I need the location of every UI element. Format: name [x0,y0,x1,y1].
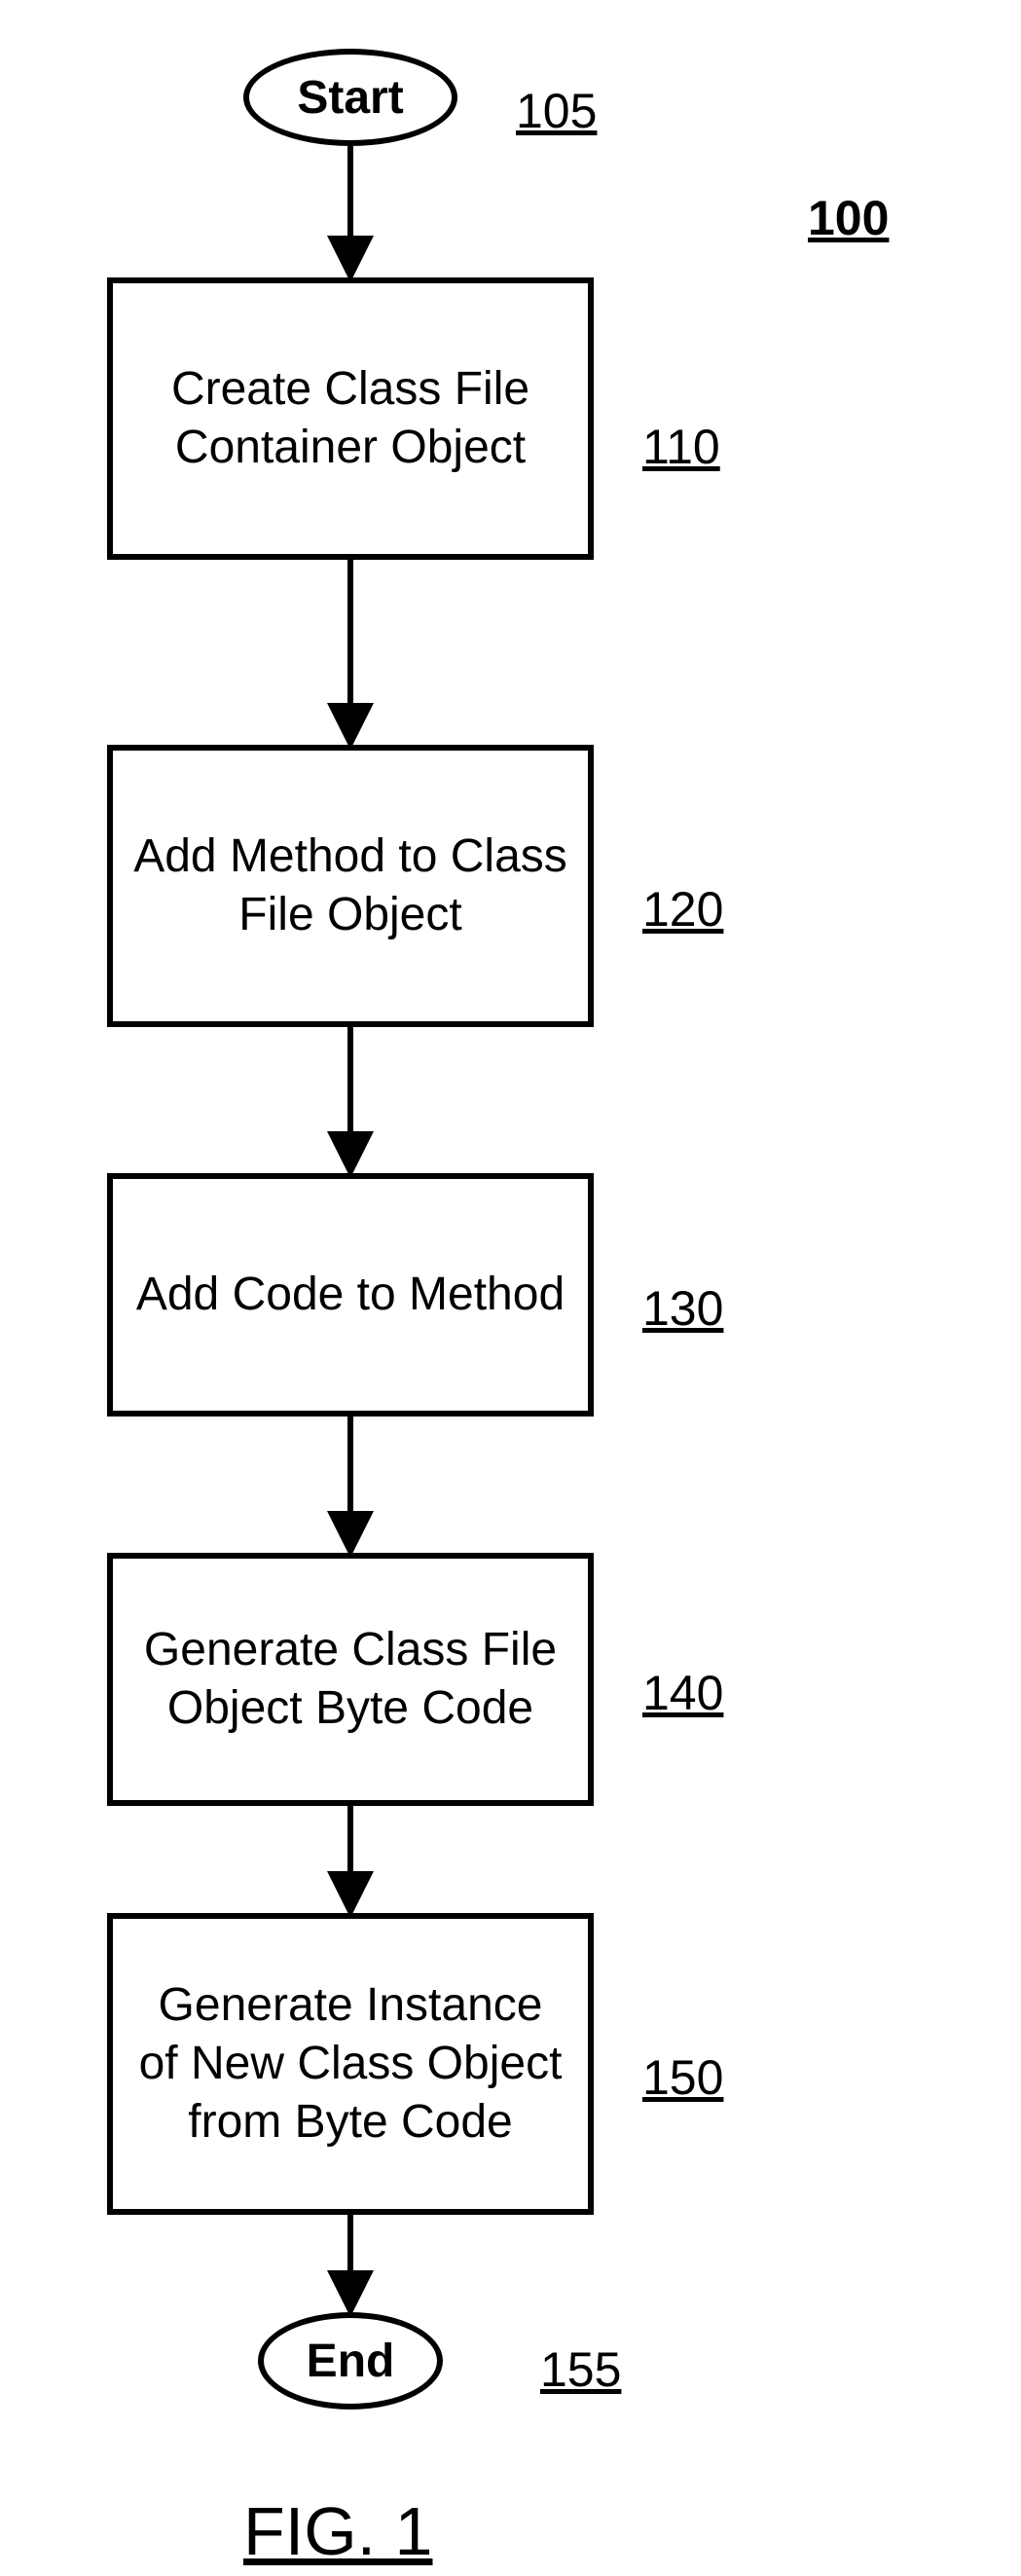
flowchart-canvas: 100 Start 105 Create Class File Containe… [0,0,1021,2576]
flow-arrows [0,0,1021,2576]
